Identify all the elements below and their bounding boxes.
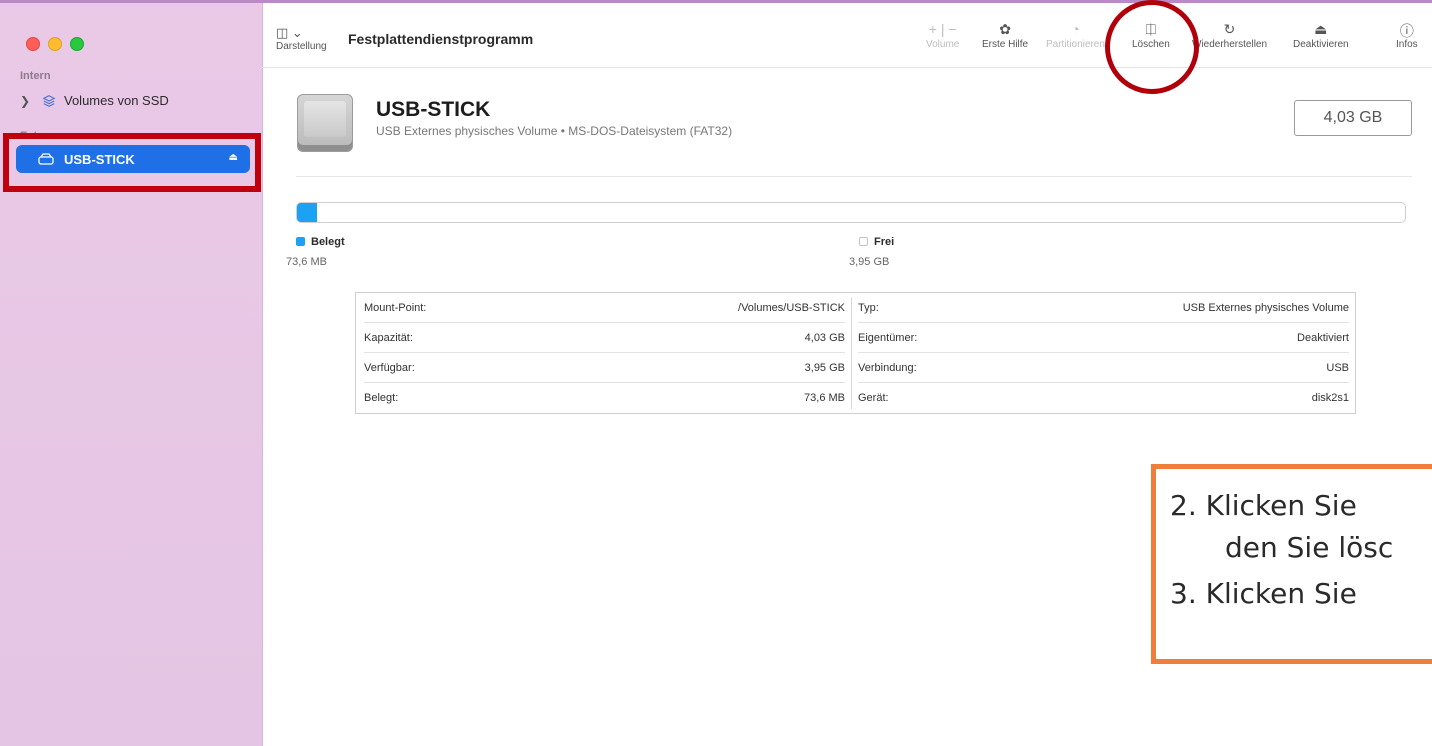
partition-button[interactable]: ◔ Partitionieren bbox=[1046, 21, 1105, 50]
layers-icon bbox=[42, 94, 56, 107]
toolbar: ◫ ⌄ Darstellung Festplattendienstprogram… bbox=[262, 3, 1432, 68]
close-window-button[interactable] bbox=[26, 37, 40, 51]
used-swatch bbox=[296, 237, 305, 246]
info-column-right: Typ: USB Externes physisches Volume Eigen… bbox=[850, 293, 1355, 413]
table-row: Mount-Point:/Volumes/USB-STICK bbox=[364, 293, 845, 323]
usage-bar bbox=[296, 202, 1406, 223]
highlight-box-usb-stick bbox=[3, 133, 261, 192]
app-title: Festplattendienstprogramm bbox=[348, 31, 534, 47]
first-aid-button[interactable]: ✿ Erste Hilfe bbox=[982, 21, 1028, 50]
legend-free: Frei 3,95 GB bbox=[849, 236, 895, 268]
free-swatch bbox=[859, 237, 868, 246]
table-row: Gerät: disk2s1 bbox=[858, 392, 1349, 404]
deactivate-button[interactable]: ⏏ Deaktivieren bbox=[1293, 21, 1349, 50]
table-row: Belegt: 73,6 MB bbox=[364, 392, 845, 404]
table-row: Typ: USB Externes physisches Volume bbox=[858, 293, 1349, 323]
view-button[interactable]: ◫ ⌄ Darstellung bbox=[276, 25, 327, 52]
info-column-left: Mount-Point:/Volumes/USB-STICK Kapazität… bbox=[356, 293, 851, 413]
sidebar: Intern ❯ Volumes von SSD Extern USB-STIC… bbox=[0, 3, 263, 746]
highlight-circle-erase bbox=[1105, 0, 1199, 94]
table-row: Verbindung: USB bbox=[858, 353, 1349, 383]
disk-name: USB-STICK bbox=[376, 98, 491, 121]
sidebar-section-intern: Intern bbox=[20, 70, 51, 82]
chevron-right-icon[interactable]: ❯ bbox=[20, 94, 34, 108]
minimize-window-button[interactable] bbox=[48, 37, 62, 51]
instruction-step-2-continued: den Sie lösc bbox=[1225, 531, 1394, 564]
info-button[interactable]: ⓘ Infos bbox=[1396, 21, 1418, 50]
usage-bar-used-fill bbox=[297, 203, 317, 222]
divider bbox=[296, 176, 1412, 177]
plus-minus-icon: + | − bbox=[928, 21, 957, 37]
table-row: Kapazität: 4,03 GB bbox=[364, 323, 845, 353]
sidebar-item-volumes-ssd[interactable]: ❯ Volumes von SSD bbox=[20, 93, 169, 108]
info-table: Mount-Point:/Volumes/USB-STICK Kapazität… bbox=[355, 292, 1356, 414]
sidebar-item-label: Volumes von SSD bbox=[64, 93, 169, 108]
restore-button[interactable]: ↻ Wiederherstellen bbox=[1192, 21, 1267, 50]
zoom-window-button[interactable] bbox=[70, 37, 84, 51]
sidebar-toggle-icon: ◫ ⌄ bbox=[276, 25, 303, 40]
window-controls bbox=[26, 37, 84, 51]
volume-button[interactable]: + | − Volume bbox=[926, 21, 959, 50]
instruction-box: 2. Klicken Sie den Sie lösc 3. Klicken S… bbox=[1151, 464, 1432, 664]
info-icon: ⓘ bbox=[1399, 23, 1414, 39]
legend-used: Belegt 73,6 MB bbox=[286, 236, 345, 268]
table-row: Verfügbar: 3,95 GB bbox=[364, 353, 845, 383]
table-row: Eigentümer: Deaktiviert bbox=[858, 323, 1349, 353]
capacity-badge: 4,03 GB bbox=[1294, 100, 1412, 136]
usb-drive-icon bbox=[297, 94, 353, 152]
instruction-step-3: 3. Klicken Sie bbox=[1170, 577, 1357, 610]
restore-arrow-icon: ↻ bbox=[1223, 21, 1236, 37]
free-value: 3,95 GB bbox=[849, 256, 890, 268]
disk-description: USB Externes physisches Volume • MS-DOS-… bbox=[376, 124, 733, 138]
instruction-step-2: 2. Klicken Sie bbox=[1170, 489, 1357, 522]
eject-icon: ⏏ bbox=[1314, 21, 1328, 37]
used-value: 73,6 MB bbox=[286, 256, 327, 268]
pie-chart-icon: ◔ bbox=[1071, 21, 1080, 37]
stethoscope-icon: ✿ bbox=[999, 21, 1011, 37]
